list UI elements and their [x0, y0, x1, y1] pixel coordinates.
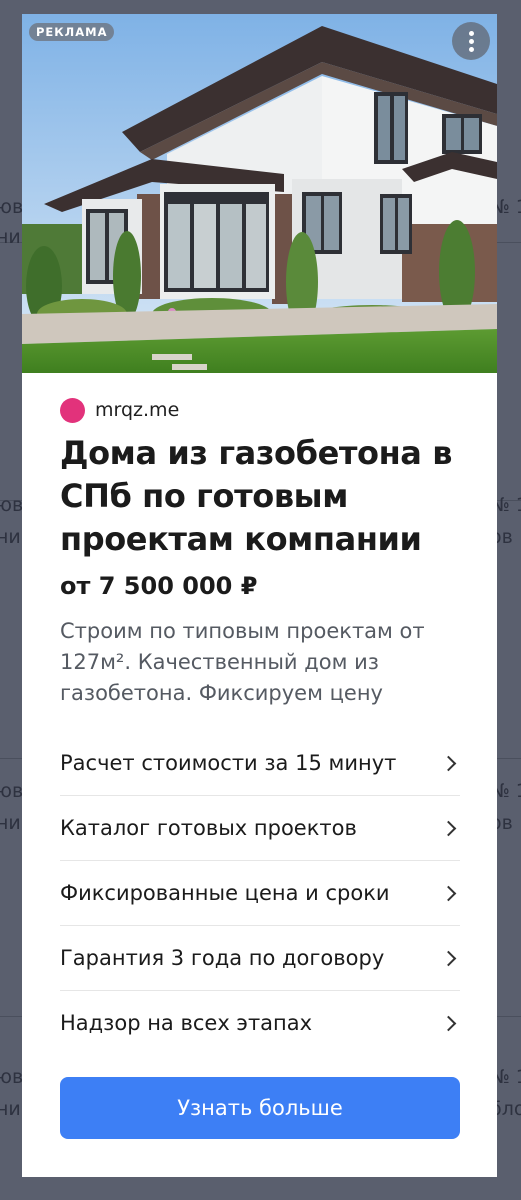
sitelink-label: Каталог готовых проектов — [60, 816, 357, 840]
chevron-right-icon — [440, 755, 457, 771]
chevron-right-icon — [440, 1015, 457, 1031]
sitelinks-list: Расчет стоимости за 15 минут Каталог гот… — [60, 731, 460, 1055]
sitelink-item[interactable]: Надзор на всех этапах — [60, 991, 460, 1055]
ad-price: от 7 500 000 ₽ — [60, 572, 258, 600]
more-options-button[interactable] — [452, 22, 490, 60]
ad-card[interactable]: РЕКЛАМА mrqz.me Дома из газобетона в СПб… — [22, 14, 497, 1177]
sitelink-label: Гарантия 3 года по договору — [60, 946, 385, 970]
chevron-right-icon — [440, 950, 457, 966]
house-photo[interactable] — [22, 14, 497, 373]
ad-title[interactable]: Дома из газобетона в СПб по готовым прое… — [60, 432, 470, 561]
background-text: юв — [0, 1066, 24, 1088]
ad-description: Строим по типовым проектам от 127м². Кач… — [60, 619, 425, 705]
background-text: ни — [0, 1098, 21, 1120]
sitelink-label: Фиксированные цена и сроки — [60, 881, 390, 905]
sitelink-item[interactable]: Фиксированные цена и сроки — [60, 861, 460, 926]
background-text: юв — [0, 196, 24, 218]
chevron-right-icon — [440, 820, 457, 836]
ad-badge: РЕКЛАМА — [29, 23, 115, 41]
chevron-right-icon — [440, 885, 457, 901]
sitelink-item[interactable]: Расчет стоимости за 15 минут — [60, 731, 460, 796]
source-row[interactable]: mrqz.me — [60, 397, 179, 423]
learn-more-button[interactable]: Узнать больше — [60, 1077, 460, 1139]
sitelink-label: Надзор на всех этапах — [60, 1011, 313, 1035]
source-domain[interactable]: mrqz.me — [95, 399, 179, 421]
sitelink-label: Расчет стоимости за 15 минут — [60, 751, 397, 775]
source-favicon-icon — [60, 397, 85, 423]
more-dots-icon — [469, 31, 474, 36]
sitelink-item[interactable]: Гарантия 3 года по договору — [60, 926, 460, 991]
sitelink-item[interactable]: Каталог готовых проектов — [60, 796, 460, 861]
